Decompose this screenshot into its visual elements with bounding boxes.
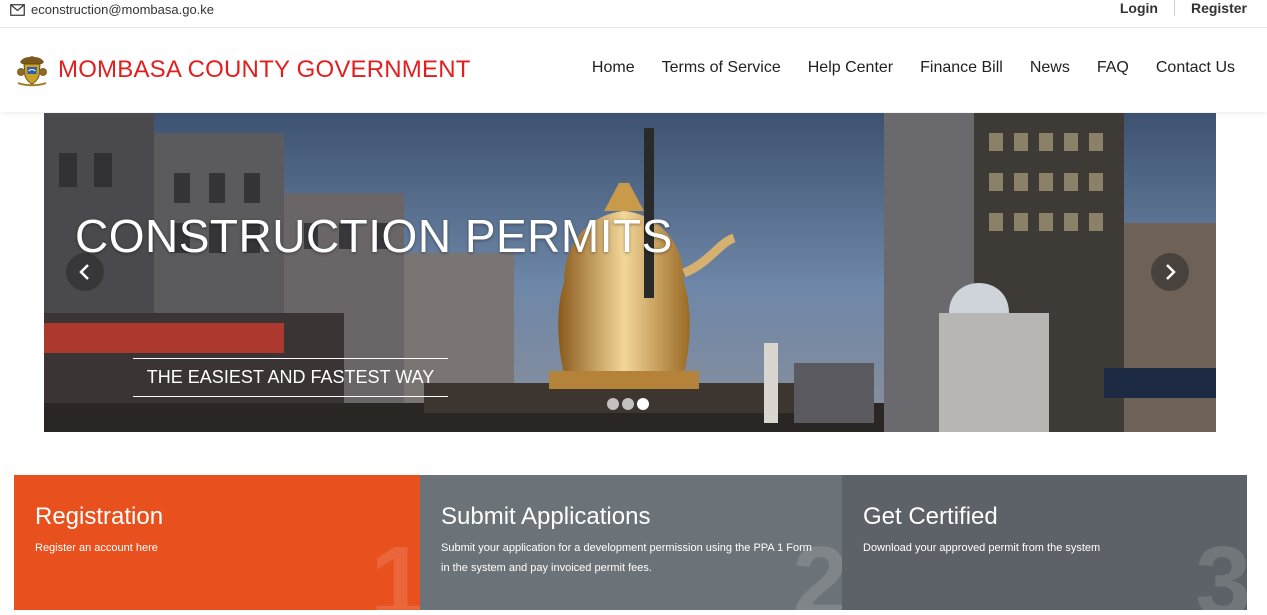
site-header: MOMBASA COUNTY GOVERNMENT Home Terms of …: [0, 28, 1267, 112]
nav-item-home[interactable]: Home: [592, 59, 635, 77]
chevron-left-icon: [79, 264, 89, 280]
nav-item-finance-bill[interactable]: Finance Bill: [920, 59, 1003, 77]
county-crest-logo: [17, 56, 47, 87]
hero-tagline: THE EASIEST AND FASTEST WAY: [133, 358, 448, 397]
feature-title: Submit Applications: [441, 503, 651, 530]
nav-item-terms-of-service[interactable]: Terms of Service: [662, 59, 781, 77]
feature-submit-applications[interactable]: Submit Applications Submit your applicat…: [420, 475, 842, 610]
login-link[interactable]: Login: [1120, 0, 1158, 16]
contact-email[interactable]: econstruction@mombasa.go.ke: [10, 2, 214, 17]
feature-get-certified[interactable]: Get Certified Download your approved per…: [842, 475, 1247, 610]
feature-title: Registration: [35, 503, 164, 530]
slider-dot[interactable]: [607, 398, 619, 410]
nav-item-faq[interactable]: FAQ: [1097, 59, 1129, 77]
feature-description: Submit your application for a developmen…: [441, 542, 812, 574]
feature-step-number: 2: [792, 526, 842, 610]
feature-description: Download your approved permit from the s…: [863, 542, 1101, 554]
feature-step-number: 3: [1195, 526, 1247, 610]
hero-slider: CONSTRUCTION PERMITS THE EASIEST AND FAS…: [44, 113, 1216, 432]
envelope-icon: [10, 3, 25, 16]
slider-next-button[interactable]: [1151, 253, 1189, 291]
brand-name: MOMBASA COUNTY GOVERNMENT: [58, 56, 471, 83]
slider-prev-button[interactable]: [66, 253, 104, 291]
feature-registration[interactable]: Registration Register an account here 1: [14, 475, 420, 610]
nav-item-help-center[interactable]: Help Center: [808, 59, 893, 77]
feature-title: Get Certified: [863, 503, 998, 530]
slider-indicators: [607, 398, 649, 410]
feature-step-number: 1: [370, 526, 420, 610]
nav-item-contact-us[interactable]: Contact Us: [1156, 59, 1235, 77]
email-text: econstruction@mombasa.go.ke: [31, 2, 215, 17]
main-nav: Home Terms of Service Help Center Financ…: [592, 59, 1235, 77]
slider-dot-active[interactable]: [637, 398, 649, 410]
brand[interactable]: MOMBASA COUNTY GOVERNMENT: [14, 52, 471, 88]
top-bar: econstruction@mombasa.go.ke Login Regist…: [0, 0, 1267, 28]
feature-description: Register an account here: [35, 542, 158, 554]
chevron-right-icon: [1166, 264, 1176, 280]
register-link[interactable]: Register: [1191, 0, 1247, 16]
nav-item-news[interactable]: News: [1030, 59, 1070, 77]
slider-dot[interactable]: [622, 398, 634, 410]
auth-divider: [1173, 0, 1175, 16]
auth-links: Login Register: [1120, 0, 1247, 16]
hero-title: CONSTRUCTION PERMITS: [75, 210, 673, 262]
feature-steps: Registration Register an account here 1 …: [14, 475, 1247, 610]
